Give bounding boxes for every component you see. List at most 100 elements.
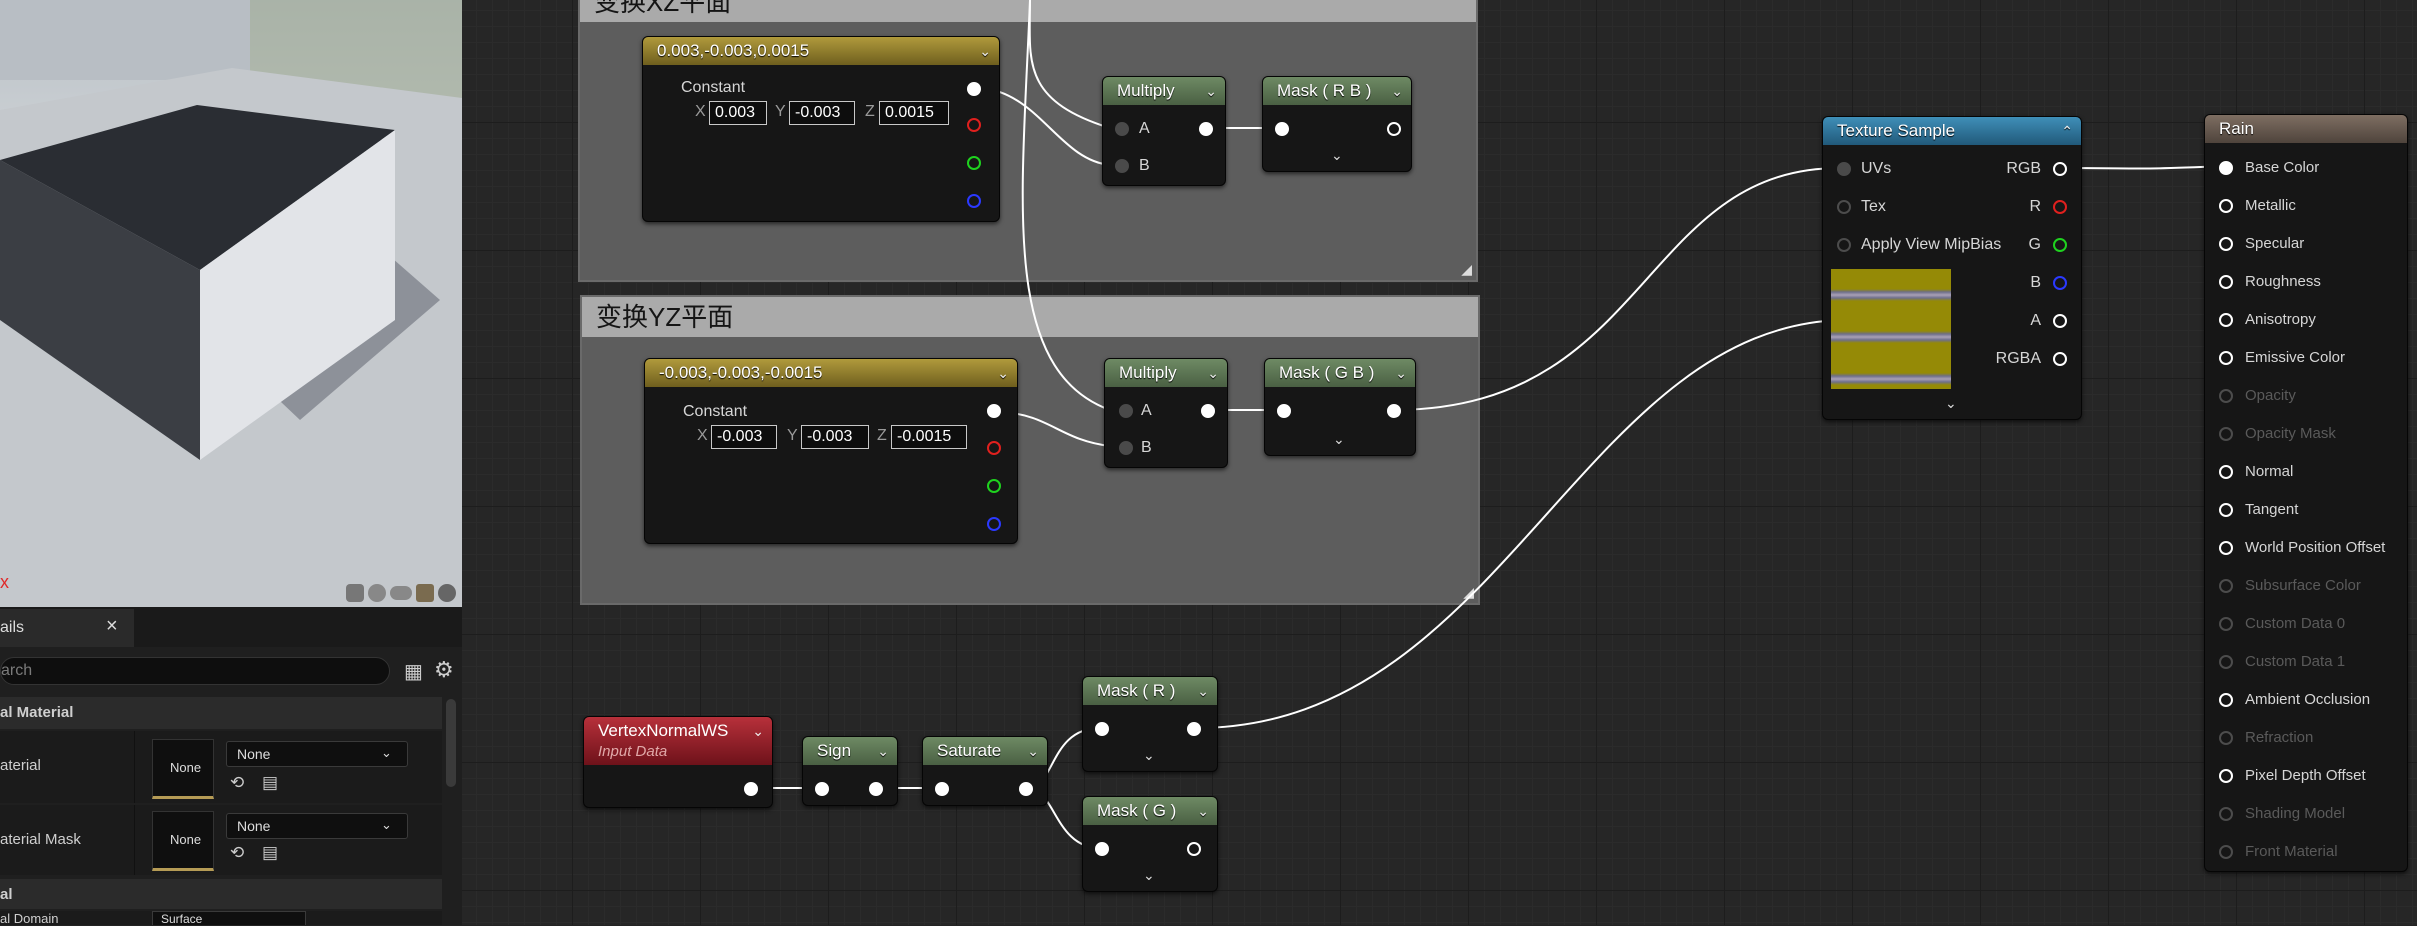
node-header[interactable]: Multiply ⌄ <box>1105 359 1227 387</box>
input-pin[interactable] <box>2219 427 2233 441</box>
z-value-field[interactable]: 0.0015 <box>879 101 949 125</box>
output-pin-rgb[interactable] <box>967 82 981 96</box>
input-pin[interactable] <box>815 782 829 796</box>
chevron-down-icon[interactable]: ⌄ <box>752 723 764 740</box>
chevron-up-icon[interactable]: ⌃ <box>2061 117 2073 145</box>
output-pin-a[interactable] <box>2053 314 2067 328</box>
texture-sample-node[interactable]: Texture Sample ⌃ UVs Tex Apply View MipBi… <box>1822 116 2082 420</box>
vertex-normal-ws-node[interactable]: VertexNormalWS Input Data ⌄ <box>583 716 773 808</box>
input-pin[interactable] <box>2219 579 2233 593</box>
z-value-field[interactable]: -0.0015 <box>891 425 967 449</box>
component-mask-node-gb[interactable]: Mask ( G B ) ⌄ ⌄ <box>1264 358 1416 456</box>
output-pin[interactable] <box>1201 404 1215 418</box>
output-pin[interactable] <box>869 782 883 796</box>
component-mask-node-g[interactable]: Mask ( G ) ⌄ ⌄ <box>1082 796 1218 892</box>
input-pin[interactable] <box>1277 404 1291 418</box>
sign-node[interactable]: Sign ⌄ <box>802 736 898 806</box>
x-value-field[interactable]: -0.003 <box>711 425 777 449</box>
node-header[interactable]: Mask ( R B ) ⌄ <box>1263 77 1411 105</box>
input-pin[interactable] <box>1275 122 1289 136</box>
multiply-node-2[interactable]: Multiply ⌄ A B <box>1104 358 1228 468</box>
x-value-field[interactable]: 0.003 <box>709 101 767 125</box>
input-pin[interactable] <box>2219 845 2233 859</box>
input-pin[interactable] <box>1095 842 1109 856</box>
output-pin[interactable] <box>1019 782 1033 796</box>
chevron-down-icon[interactable]: ⌄ <box>1395 359 1407 387</box>
node-header[interactable]: Mask ( R ) ⌄ <box>1083 677 1217 705</box>
output-pin-r[interactable] <box>2053 200 2067 214</box>
input-pin[interactable] <box>935 782 949 796</box>
expand-chevron-icon[interactable]: ⌄ <box>1143 747 1155 764</box>
output-pin[interactable] <box>1187 842 1201 856</box>
input-pin[interactable] <box>2219 617 2233 631</box>
input-pin[interactable] <box>2219 313 2233 327</box>
node-header[interactable]: Rain <box>2205 115 2407 143</box>
output-pin-g[interactable] <box>967 156 981 170</box>
output-pin[interactable] <box>1187 722 1201 736</box>
output-pin-g[interactable] <box>2053 238 2067 252</box>
expand-chevron-icon[interactable]: ⌄ <box>1945 395 1957 412</box>
chevron-down-icon[interactable]: ⌄ <box>997 359 1009 387</box>
output-pin-g[interactable] <box>987 479 1001 493</box>
input-pin[interactable] <box>2219 389 2233 403</box>
multiply-node-1[interactable]: Multiply ⌄ A B <box>1102 76 1226 186</box>
input-pin[interactable] <box>2219 351 2233 365</box>
node-header[interactable]: Texture Sample ⌃ <box>1823 117 2081 145</box>
input-pin-uvs[interactable] <box>1837 162 1851 176</box>
chevron-down-icon[interactable]: ⌄ <box>1197 677 1209 705</box>
output-pin-rgba[interactable] <box>2053 352 2067 366</box>
output-pin[interactable] <box>744 782 758 796</box>
output-pin[interactable] <box>1199 122 1213 136</box>
input-pin[interactable] <box>2219 769 2233 783</box>
input-pin[interactable] <box>2219 655 2233 669</box>
input-pin[interactable] <box>2219 237 2233 251</box>
chevron-down-icon[interactable]: ⌄ <box>877 737 889 765</box>
node-header[interactable]: Multiply ⌄ <box>1103 77 1225 105</box>
input-pin[interactable] <box>1095 722 1109 736</box>
node-header[interactable]: Mask ( G B ) ⌄ <box>1265 359 1415 387</box>
input-pin[interactable] <box>2219 807 2233 821</box>
output-pin-rgb[interactable] <box>2053 162 2067 176</box>
saturate-node[interactable]: Saturate ⌄ <box>922 736 1048 806</box>
input-pin[interactable] <box>2219 161 2233 175</box>
material-result-node[interactable]: Rain Base Color Metallic Specular Roughness… <box>2204 114 2408 872</box>
output-pin-b[interactable] <box>2053 276 2067 290</box>
node-header[interactable]: Sign ⌄ <box>803 737 897 765</box>
input-pin-tex[interactable] <box>1837 200 1851 214</box>
node-header[interactable]: Mask ( G ) ⌄ <box>1083 797 1217 825</box>
constant3vector-node-yz[interactable]: -0.003,-0.003,-0.0015 ⌄ Constant X -0.003… <box>644 358 1018 544</box>
component-mask-node-r[interactable]: Mask ( R ) ⌄ ⌄ <box>1082 676 1218 772</box>
output-pin[interactable] <box>1387 404 1401 418</box>
input-pin-b[interactable] <box>1119 441 1133 455</box>
expand-chevron-icon[interactable]: ⌄ <box>1333 431 1345 448</box>
node-header[interactable]: Saturate ⌄ <box>923 737 1047 765</box>
chevron-down-icon[interactable]: ⌄ <box>979 37 991 65</box>
input-pin[interactable] <box>2219 275 2233 289</box>
expand-chevron-icon[interactable]: ⌄ <box>1331 147 1343 164</box>
chevron-down-icon[interactable]: ⌄ <box>1207 359 1219 387</box>
input-pin-a[interactable] <box>1119 404 1133 418</box>
node-header[interactable]: -0.003,-0.003,-0.0015 ⌄ <box>645 359 1017 387</box>
output-pin-r[interactable] <box>967 118 981 132</box>
output-pin-rgb[interactable] <box>987 404 1001 418</box>
output-pin[interactable] <box>1387 122 1401 136</box>
chevron-down-icon[interactable]: ⌄ <box>1391 77 1403 105</box>
output-pin-b[interactable] <box>987 517 1001 531</box>
input-pin-mipbias[interactable] <box>1837 238 1851 252</box>
input-pin-a[interactable] <box>1115 122 1129 136</box>
node-header[interactable]: 0.003,-0.003,0.0015 ⌄ <box>643 37 999 65</box>
y-value-field[interactable]: -0.003 <box>801 425 869 449</box>
constant3vector-node-xz[interactable]: 0.003,-0.003,0.0015 ⌄ Constant X 0.003 Y … <box>642 36 1000 222</box>
chevron-down-icon[interactable]: ⌄ <box>1197 797 1209 825</box>
input-pin[interactable] <box>2219 731 2233 745</box>
chevron-down-icon[interactable]: ⌄ <box>1027 737 1039 765</box>
component-mask-node-rb[interactable]: Mask ( R B ) ⌄ ⌄ <box>1262 76 1412 172</box>
input-pin[interactable] <box>2219 693 2233 707</box>
input-pin-b[interactable] <box>1115 159 1129 173</box>
chevron-down-icon[interactable]: ⌄ <box>1205 77 1217 105</box>
input-pin[interactable] <box>2219 541 2233 555</box>
output-pin-b[interactable] <box>967 194 981 208</box>
node-header[interactable]: VertexNormalWS Input Data ⌄ <box>584 717 772 765</box>
input-pin[interactable] <box>2219 465 2233 479</box>
expand-chevron-icon[interactable]: ⌄ <box>1143 867 1155 884</box>
